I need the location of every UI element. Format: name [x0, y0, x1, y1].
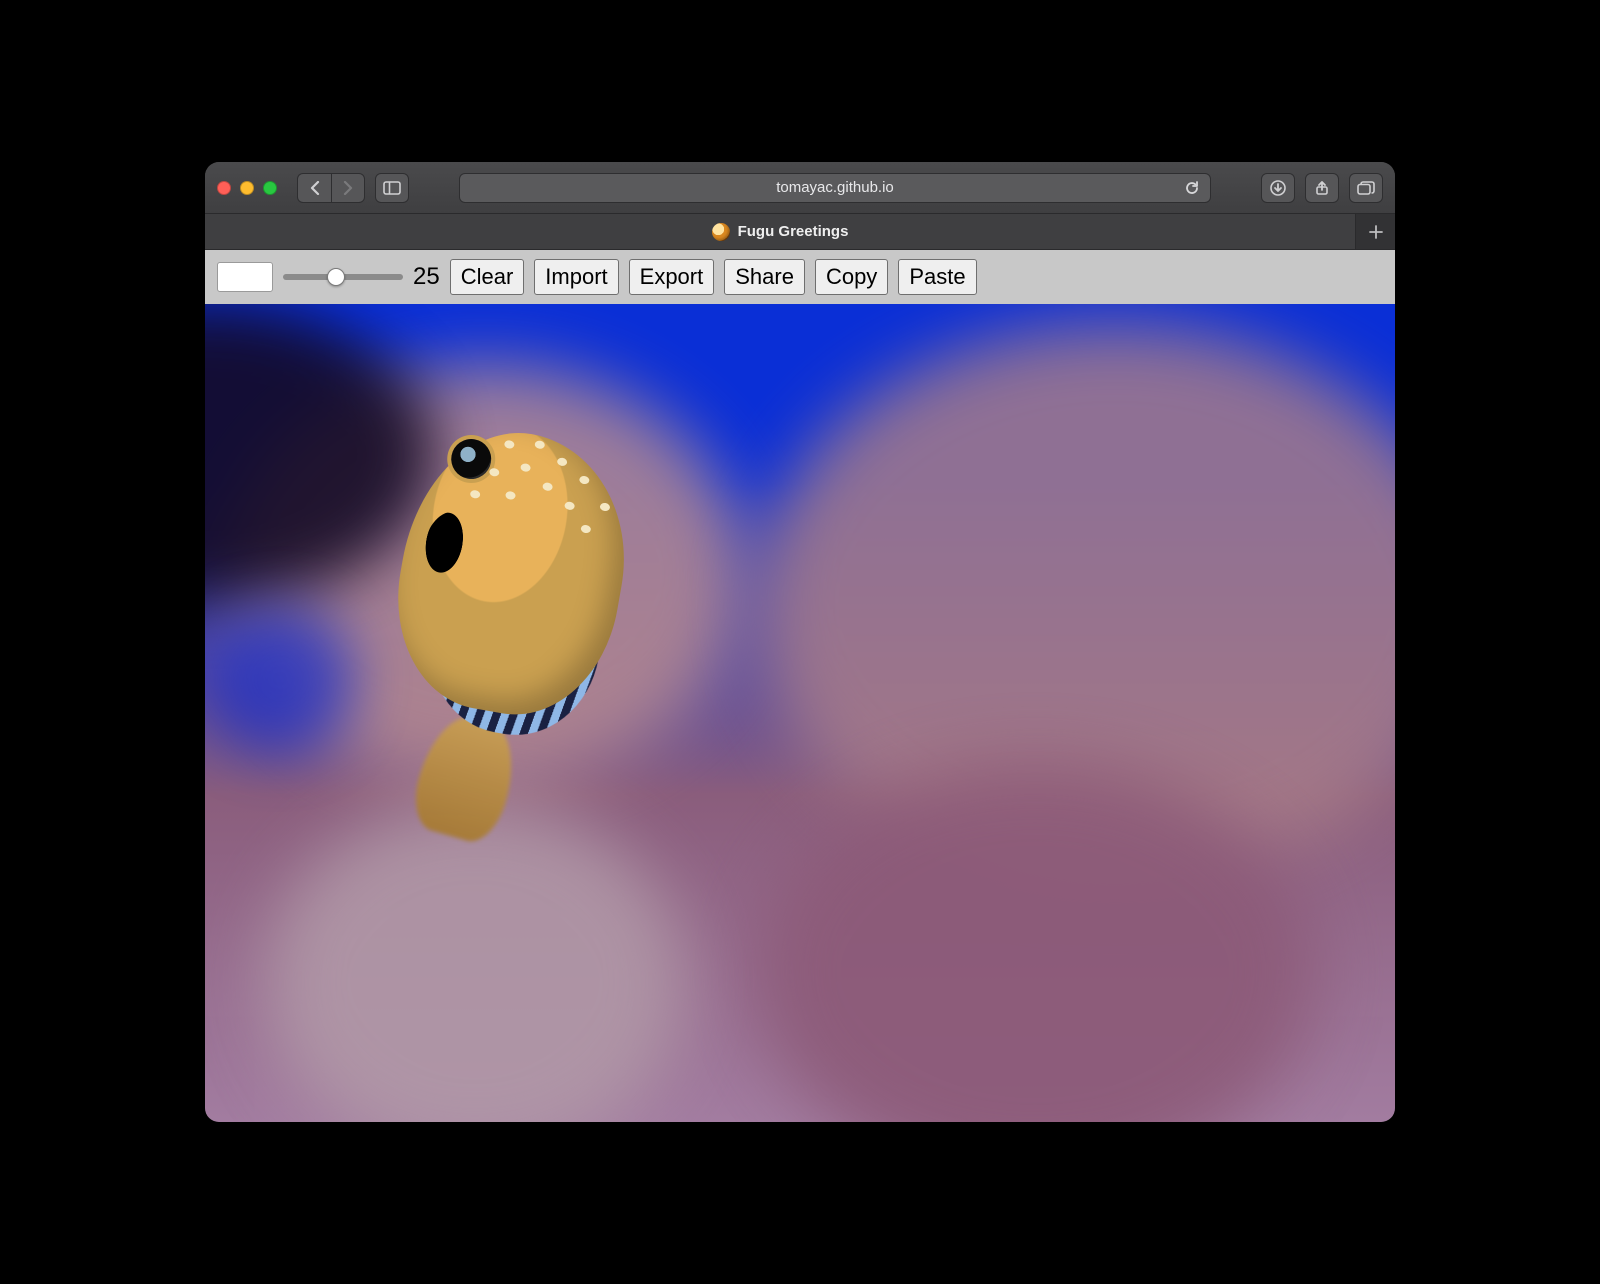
chevron-right-icon [342, 181, 354, 195]
tab-title: Fugu Greetings [738, 223, 849, 240]
share-icon [1314, 180, 1330, 196]
sidebar-toggle-button[interactable] [375, 173, 409, 203]
canvas-area[interactable] [205, 304, 1395, 1122]
browser-window: tomayac.github.io [205, 162, 1395, 1122]
window-controls [217, 181, 277, 195]
brush-size-value: 25 [413, 263, 440, 291]
minimize-window-button[interactable] [240, 181, 254, 195]
brush-size-slider[interactable] [283, 274, 403, 280]
app-toolbar: 25 Clear Import Export Share Copy Paste [205, 250, 1395, 304]
new-tab-button[interactable] [1355, 214, 1395, 249]
share-app-button[interactable]: Share [724, 259, 805, 295]
clear-button[interactable]: Clear [450, 259, 525, 295]
fugu-favicon-icon [712, 223, 730, 241]
tab-bar: Fugu Greetings [205, 214, 1395, 250]
address-bar-text: tomayac.github.io [776, 179, 894, 196]
paste-button[interactable]: Paste [898, 259, 976, 295]
tabs-overview-button[interactable] [1349, 173, 1383, 203]
close-window-button[interactable] [217, 181, 231, 195]
import-button[interactable]: Import [534, 259, 618, 295]
tab-fugu-greetings[interactable]: Fugu Greetings [205, 214, 1355, 249]
plus-icon [1368, 224, 1384, 240]
downloads-button[interactable] [1261, 173, 1295, 203]
download-icon [1270, 180, 1286, 196]
nav-back-forward [297, 173, 365, 203]
slider-thumb[interactable] [327, 268, 345, 286]
copy-button[interactable]: Copy [815, 259, 888, 295]
share-button[interactable] [1305, 173, 1339, 203]
reload-icon [1184, 180, 1200, 196]
zoom-window-button[interactable] [263, 181, 277, 195]
forward-button[interactable] [331, 173, 365, 203]
sidebar-icon [383, 181, 401, 195]
color-swatch[interactable] [217, 262, 273, 292]
export-button[interactable]: Export [629, 259, 715, 295]
chevron-left-icon [309, 181, 321, 195]
address-bar[interactable]: tomayac.github.io [459, 173, 1211, 203]
titlebar: tomayac.github.io [205, 162, 1395, 214]
reload-button[interactable] [1184, 180, 1200, 196]
tabs-icon [1357, 181, 1375, 195]
back-button[interactable] [297, 173, 331, 203]
